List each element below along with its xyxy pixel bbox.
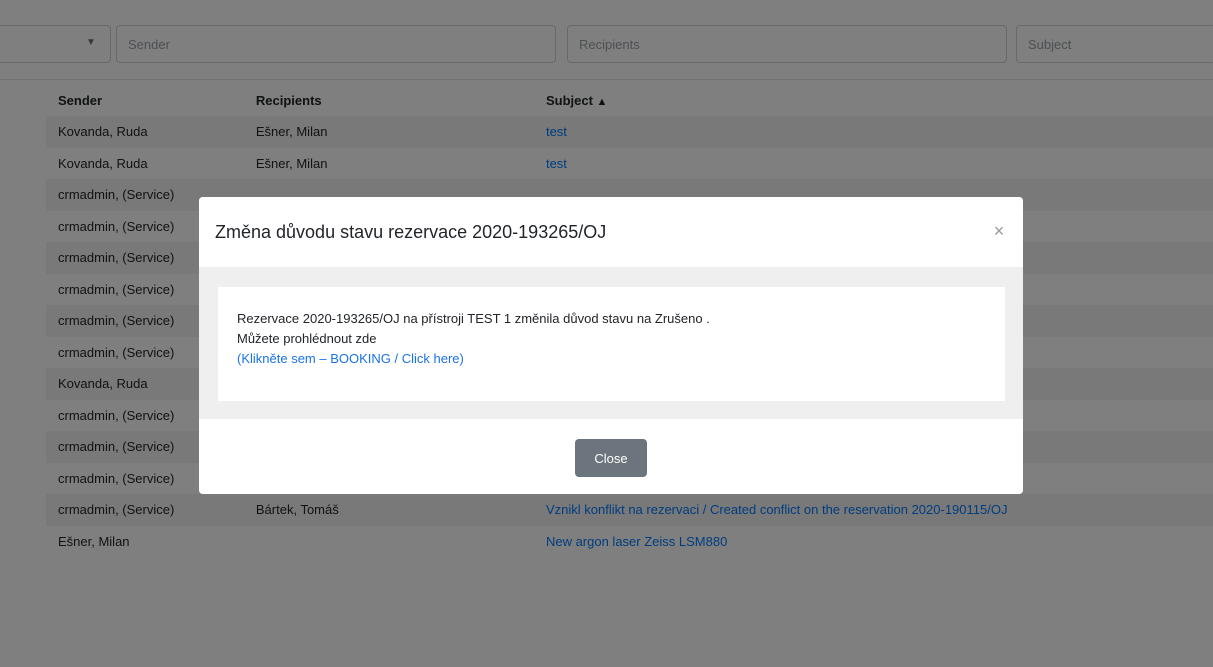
modal-body: Rezervace 2020-193265/OJ na přístroji TE… [199,267,1023,419]
modal-header: Změna důvodu stavu rezervace 2020-193265… [199,197,1023,267]
modal-footer: Close [199,419,1023,494]
email-list-page: ▼ Sender Recipients Subject ▲︎ Kovanda, … [0,0,1213,667]
modal-title: Změna důvodu stavu rezervace 2020-193265… [215,222,607,242]
message-hint: Můžete prohlédnout zde [237,331,377,346]
message-text: Rezervace 2020-193265/OJ na přístroji TE… [237,311,710,326]
message-box: Rezervace 2020-193265/OJ na přístroji TE… [218,287,1005,401]
close-button[interactable]: Close [575,439,647,477]
close-icon[interactable]: × [988,219,1010,243]
status-change-dialog: Změna důvodu stavu rezervace 2020-193265… [199,197,1023,494]
booking-link[interactable]: (Klikněte sem – BOOKING / Click here) [237,351,464,366]
